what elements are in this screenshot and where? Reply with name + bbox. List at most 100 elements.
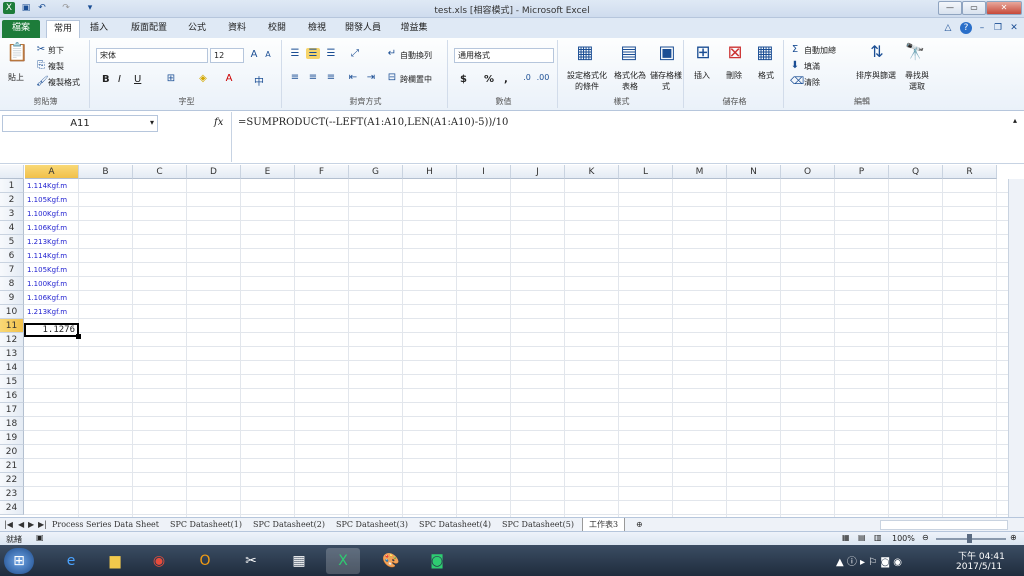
format-table-button[interactable]: 格式化為表格 <box>612 70 648 92</box>
column-header[interactable]: A <box>25 165 79 179</box>
borders-icon[interactable]: ⊞ <box>164 73 178 84</box>
help-icon[interactable]: ? <box>960 22 972 34</box>
column-header[interactable]: J <box>511 165 565 179</box>
increase-decimal-icon[interactable]: .0 <box>520 73 534 82</box>
explorer-icon[interactable]: ▆ <box>98 548 132 574</box>
name-box[interactable]: A11 <box>2 115 158 132</box>
horizontal-scrollbar[interactable] <box>880 520 1008 530</box>
row-header[interactable]: 22 <box>0 473 24 487</box>
column-header[interactable]: F <box>295 165 349 179</box>
cell-a3[interactable]: 1.100Kgf.m <box>25 207 79 221</box>
column-header[interactable]: H <box>403 165 457 179</box>
column-header[interactable]: P <box>835 165 889 179</box>
cell-a10[interactable]: 1.213Kgf.m <box>25 305 79 319</box>
close-button[interactable]: ✕ <box>986 1 1022 15</box>
column-header[interactable]: O <box>781 165 835 179</box>
ie-icon[interactable]: e <box>54 548 88 574</box>
doc-restore-icon[interactable]: ❐ <box>992 22 1004 34</box>
sheet-tab[interactable]: SPC Datasheet(5) <box>502 518 574 532</box>
page-break-view-icon[interactable]: ▥ <box>874 533 882 542</box>
zoom-out-icon[interactable]: ⊖ <box>922 533 929 542</box>
row-header[interactable]: 9 <box>0 291 24 305</box>
sheet-tab[interactable]: SPC Datasheet(3) <box>336 518 408 532</box>
column-header[interactable]: C <box>133 165 187 179</box>
insert-function-button[interactable]: fx <box>214 117 223 128</box>
column-header[interactable]: L <box>619 165 673 179</box>
cell-a6[interactable]: 1.114Kgf.m <box>25 249 79 263</box>
sheet-tab[interactable]: Process Series Data Sheet <box>52 518 159 532</box>
row-header[interactable]: 17 <box>0 403 24 417</box>
format-cells-button[interactable]: 格式 <box>758 70 774 81</box>
zoom-slider-thumb[interactable] <box>967 534 972 543</box>
last-sheet-icon[interactable]: ▶| <box>38 518 47 532</box>
formula-input[interactable]: =SUMPRODUCT(--LEFT(A1:A10,LEN(A1:A10)-5)… <box>231 112 1010 162</box>
row-header[interactable]: 14 <box>0 361 24 375</box>
row-header[interactable]: 8 <box>0 277 24 291</box>
sheet-tab-active[interactable]: 工作表3 <box>582 518 626 532</box>
row-header[interactable]: 1 <box>0 179 24 193</box>
minimize-button[interactable]: — <box>938 1 962 15</box>
tab-data[interactable]: 資料 <box>222 20 252 38</box>
start-button-icon[interactable]: ⊞ <box>4 548 34 574</box>
column-header[interactable]: E <box>241 165 295 179</box>
align-left-icon[interactable]: ≡ <box>288 72 302 83</box>
cut-button[interactable]: 剪下 <box>48 45 64 56</box>
format-table-icon[interactable]: ▤ <box>618 42 640 63</box>
first-sheet-icon[interactable]: |◀ <box>4 518 13 532</box>
column-header[interactable]: M <box>673 165 727 179</box>
outlook-icon[interactable]: O <box>188 548 222 574</box>
tab-developer[interactable]: 開發人員 <box>338 20 388 38</box>
column-header[interactable]: K <box>565 165 619 179</box>
insert-cells-button[interactable]: 插入 <box>694 70 710 81</box>
cell-styles-icon[interactable]: ▣ <box>656 42 678 63</box>
row-header[interactable]: 6 <box>0 249 24 263</box>
vertical-scrollbar[interactable] <box>1008 179 1024 517</box>
paste-icon[interactable]: 📋 <box>6 42 28 63</box>
chrome-icon[interactable]: ◉ <box>142 548 176 574</box>
row-header[interactable]: 16 <box>0 389 24 403</box>
cut-icon[interactable]: ✂ <box>36 44 46 55</box>
cell-a1[interactable]: 1.114Kgf.m <box>25 179 79 193</box>
decrease-decimal-icon[interactable]: .00 <box>536 73 550 82</box>
delete-cells-button[interactable]: 刪除 <box>726 70 742 81</box>
row-header[interactable]: 3 <box>0 207 24 221</box>
italic-button[interactable]: I <box>118 74 121 85</box>
row-header[interactable]: 2 <box>0 193 24 207</box>
row-header[interactable]: 15 <box>0 375 24 389</box>
paint-icon[interactable]: 🎨 <box>374 548 408 574</box>
column-header[interactable]: I <box>457 165 511 179</box>
bold-button[interactable]: B <box>102 74 110 85</box>
conditional-format-button[interactable]: 設定格式化的條件 <box>564 70 610 92</box>
row-header[interactable]: 19 <box>0 431 24 445</box>
font-color-icon[interactable]: A <box>222 73 236 84</box>
sort-filter-button[interactable]: 排序與篩選 <box>856 70 896 81</box>
cell-a7[interactable]: 1.105Kgf.m <box>25 263 79 277</box>
ribbon-collapse-icon[interactable]: △ <box>942 22 954 34</box>
prev-sheet-icon[interactable]: ◀ <box>18 518 24 532</box>
copy-icon[interactable]: ⎘ <box>36 60 46 71</box>
fill-button[interactable]: 填滿 <box>804 61 820 72</box>
copy-button[interactable]: 複製 <box>48 61 64 72</box>
grow-font-icon[interactable]: A <box>248 49 260 60</box>
wrap-text-button[interactable]: 自動換列 <box>400 50 432 61</box>
wrap-text-icon[interactable]: ↵ <box>386 48 398 59</box>
normal-view-icon[interactable]: ▦ <box>842 533 850 542</box>
row-header[interactable]: 20 <box>0 445 24 459</box>
format-painter-icon[interactable]: 🖌 <box>36 76 49 87</box>
row-header[interactable]: 10 <box>0 305 24 319</box>
tab-addins[interactable]: 增益集 <box>394 20 434 38</box>
row-header[interactable]: 5 <box>0 235 24 249</box>
align-right-icon[interactable]: ≡ <box>324 72 338 83</box>
align-top-icon[interactable]: ☰ <box>288 48 302 59</box>
cell-a9[interactable]: 1.106Kgf.m <box>25 291 79 305</box>
tab-page-layout[interactable]: 版面配置 <box>124 20 174 38</box>
row-header[interactable]: 4 <box>0 221 24 235</box>
paste-button[interactable]: 貼上 <box>8 72 24 83</box>
cell-a5[interactable]: 1.213Kgf.m <box>25 235 79 249</box>
orientation-icon[interactable]: ⤢ <box>346 48 364 59</box>
merge-center-button[interactable]: 跨欄置中 <box>400 74 432 85</box>
row-header[interactable]: 12 <box>0 333 24 347</box>
fill-icon[interactable]: ⬇ <box>790 60 800 71</box>
name-box-dropdown-icon[interactable]: ▾ <box>150 118 154 127</box>
row-header[interactable]: 24 <box>0 501 24 515</box>
